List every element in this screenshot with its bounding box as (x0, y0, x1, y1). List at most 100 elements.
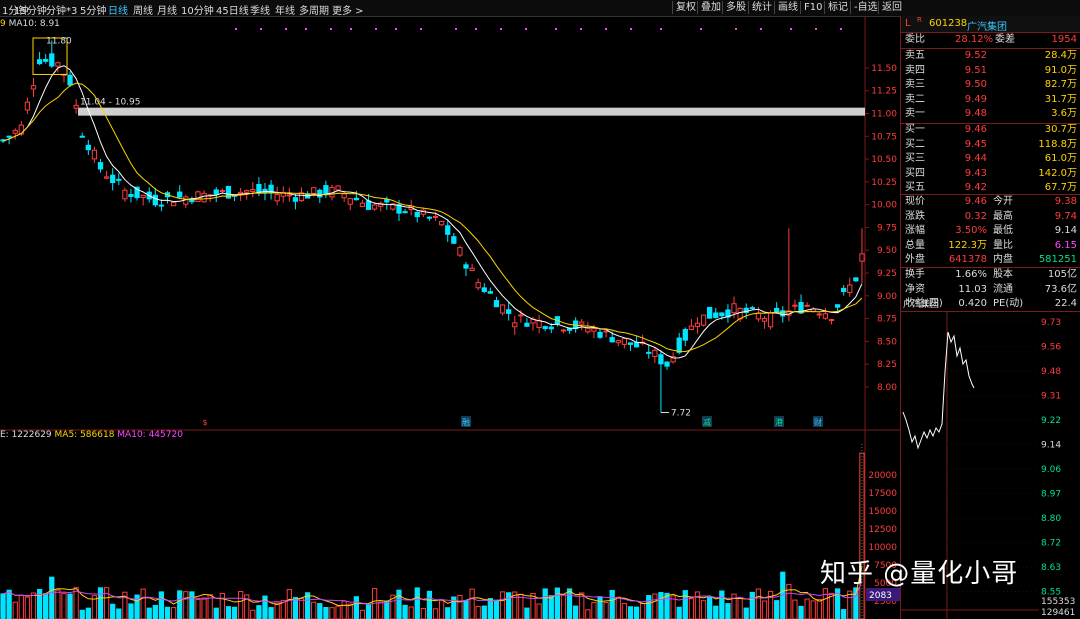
candle (786, 228, 792, 322)
volume-bar (518, 593, 524, 619)
volume-bar (475, 605, 481, 619)
toolbar-action-7[interactable]: -自选 (850, 1, 881, 14)
volume-bar (713, 605, 719, 619)
sell-price: 9.48 (964, 108, 987, 119)
quote-row: 卖二 9.49 31.7万 (901, 93, 1080, 108)
toolbar-action-4[interactable]: 画线 (774, 1, 801, 14)
candle (402, 208, 408, 214)
candle (822, 308, 829, 320)
volume-bar (560, 594, 567, 619)
price-band[interactable] (78, 107, 865, 116)
volume-tick-label: 17500 (868, 489, 897, 499)
candlestick-chart[interactable]: 11.50 11.25 11.00 10.75 10.50 10.25 10.00 9.75 9… (0, 16, 900, 619)
volume-bar (24, 596, 31, 619)
buy-price: 9.46 (964, 124, 987, 135)
period-tab-12[interactable]: 更多 > (332, 2, 364, 17)
volume-bar (170, 607, 177, 619)
volume-bar (61, 593, 67, 619)
quote-row: 涨跌 0.32 最高 9.74 (901, 210, 1080, 225)
mini-tick-label: 8.97 (1041, 490, 1061, 500)
signal-dot (235, 28, 237, 30)
candle (110, 168, 116, 191)
stock-code[interactable]: 601238 (929, 18, 967, 29)
mini-tick-label: 9.06 (1041, 465, 1061, 475)
volume-bar (841, 609, 847, 619)
sell-price: 9.49 (964, 93, 987, 105)
volume-bar (55, 589, 61, 619)
period-tab-5[interactable]: 周线 (133, 2, 153, 17)
volume-bar (268, 607, 274, 619)
buy-price: 9.43 (964, 167, 987, 179)
quote-row: 净资 11.03 流通 73.6亿 (901, 283, 1080, 298)
volume-bar (414, 587, 420, 619)
buy-price: 9.45 (964, 138, 987, 150)
volume-bar (621, 603, 628, 619)
period-tab-1[interactable]: 15分钟 (14, 2, 47, 17)
toolbar: 1分钟 15分钟 分钟*3 5分钟 日线 周线 月线 10分钟 45日线 季线 年线 多周期 更多 > 复… (0, 0, 1080, 17)
candle (183, 194, 189, 209)
volume-bar (158, 591, 165, 619)
stat-value: 1.66% (955, 269, 987, 280)
volume-bar (542, 588, 548, 619)
candle (499, 304, 506, 316)
candle (128, 188, 134, 203)
candle (43, 53, 49, 64)
flag-r: R (917, 16, 922, 24)
candle (859, 228, 865, 284)
price-tick-label: 10.25 (871, 178, 897, 188)
signal-dot (475, 28, 477, 30)
candle (493, 296, 500, 308)
candle (24, 97, 31, 114)
volume-bar (603, 602, 609, 619)
candle (323, 180, 329, 199)
market-letter: L (905, 18, 911, 29)
volume-bar (566, 588, 573, 619)
period-tab-7[interactable]: 10分钟 (181, 2, 214, 17)
period-tab-3[interactable]: 5分钟 (80, 2, 106, 17)
quote-row: 总量 122.3万 量比 6.15 (901, 239, 1080, 254)
volume-bar (323, 606, 329, 619)
period-tab-4[interactable]: 日线 (108, 2, 128, 17)
period-tab-10[interactable]: 年线 (275, 2, 295, 17)
candle (627, 342, 634, 351)
volume-bar (79, 609, 85, 619)
candle (749, 305, 755, 310)
volume-bar (6, 589, 12, 619)
toolbar-action-1[interactable]: 叠加 (697, 1, 724, 14)
price-tick-label: 9.25 (877, 269, 897, 279)
stat-label: 内盘 (993, 254, 1013, 265)
sell-label: 卖四 (905, 64, 925, 76)
candle (268, 180, 274, 200)
candle (816, 311, 822, 319)
price-tick-label: 10.75 (871, 132, 897, 142)
period-tab-6[interactable]: 月线 (157, 2, 177, 17)
toolbar-action-8[interactable]: 返回 (878, 1, 905, 14)
volume-bar (347, 603, 353, 619)
period-tab-9[interactable]: 季线 (250, 2, 270, 17)
period-tab-11[interactable]: 多周期 (299, 2, 329, 17)
period-tab-8[interactable]: 45日线 (216, 2, 249, 17)
quote-row: 买四 9.43 142.0万 (901, 167, 1080, 182)
volume-bar (67, 593, 73, 619)
weibi-row: 委比 28.12% 委差 1954 (905, 34, 1077, 45)
signal-dot (700, 28, 702, 30)
stat-value: 122.3万 (948, 239, 987, 251)
toolbar-action-6[interactable]: 标记 (824, 1, 851, 14)
candle (560, 328, 567, 334)
signal-dot (525, 28, 527, 30)
volume-bar (365, 604, 372, 619)
candle (841, 285, 847, 296)
toolbar-action-5[interactable]: F10 (800, 1, 825, 14)
stat-label: 净资 (905, 283, 925, 295)
volume-bar (761, 600, 768, 619)
quote-row: 卖四 9.51 91.0万 (901, 64, 1080, 79)
candle (457, 245, 463, 258)
candle (652, 347, 658, 363)
period-tab-2[interactable]: 分钟*3 (46, 2, 77, 17)
toolbar-action-2[interactable]: 多股 (722, 1, 749, 14)
toolbar-action-3[interactable]: 统计 (748, 1, 775, 14)
volume-bar (426, 590, 433, 619)
toolbar-action-0[interactable]: 复权 (672, 1, 699, 14)
sell-label: 卖一 (905, 108, 925, 119)
stock-name[interactable]: 广汽集团 (967, 18, 1007, 33)
